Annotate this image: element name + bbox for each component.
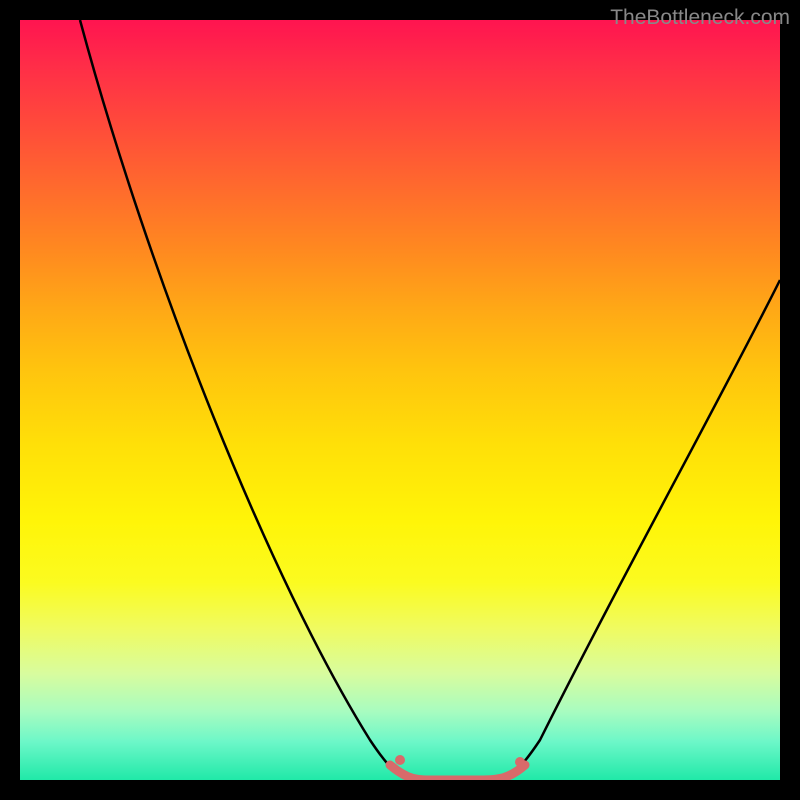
watermark: TheBottleneck.com bbox=[610, 6, 790, 30]
curve-overlay bbox=[20, 20, 780, 780]
chart-container: TheBottleneck.com bbox=[0, 0, 800, 800]
curve-valley-highlight bbox=[390, 765, 525, 780]
curve-marker-right bbox=[515, 757, 525, 767]
curve-marker-left bbox=[395, 755, 405, 765]
bottleneck-curve bbox=[80, 20, 780, 780]
